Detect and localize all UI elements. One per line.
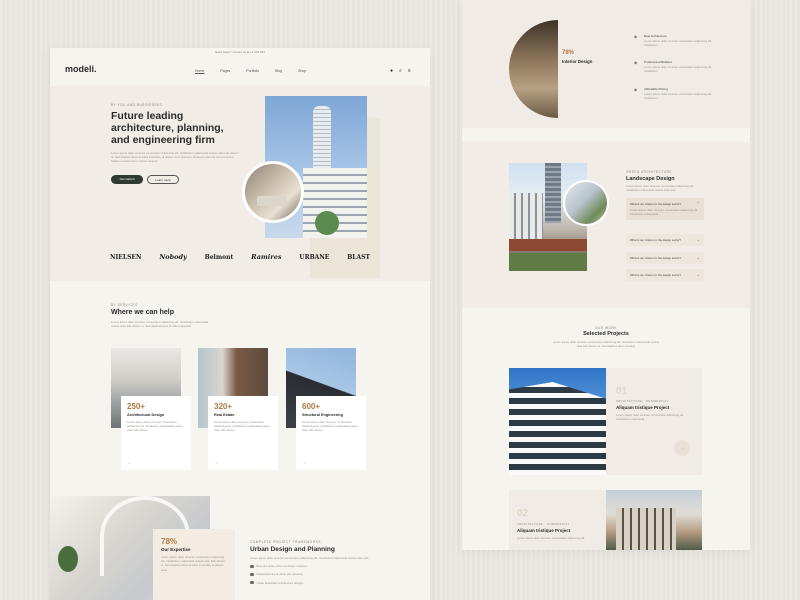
project-card[interactable]: 02 ARCHITECTURE · COMMERCIAL Aliquam tri… xyxy=(509,490,606,550)
expertise-percent: 78% xyxy=(161,537,178,546)
services-overline: BY SERVICES xyxy=(111,303,138,307)
nav-blog[interactable]: Blog xyxy=(275,69,282,73)
arrow-right-icon[interactable]: → xyxy=(302,460,306,465)
nav-links: Home Pages Portfolio Blog Shop xyxy=(195,69,306,73)
interior-percent: 78% xyxy=(562,50,575,56)
landscape-overline: GREEN ARCHITECTURE xyxy=(626,170,673,174)
landscape-title: Landscape Design xyxy=(626,176,675,182)
service-count: 320+ xyxy=(214,402,233,411)
landscape-description: Lorem ipsum dolor sit amet, consectetur … xyxy=(626,184,695,193)
hero-description: Lorem ipsum dolor sit amet, consectetur … xyxy=(111,151,239,164)
chevron-up-icon: ⌃ xyxy=(696,201,700,206)
urban-description: Lorem ipsum dolor sit amet, consectetur … xyxy=(250,556,370,560)
urban-feature-list: Bespoke state-of-the-art design solution… xyxy=(250,564,400,585)
project-tag: ARCHITECTURE · RESIDENTIAL xyxy=(616,400,669,403)
chevron-down-icon: ⌄ xyxy=(696,272,700,277)
project-card[interactable]: 01 ARCHITECTURE · RESIDENTIAL Aliquam tr… xyxy=(606,368,702,475)
expertise-title: Our Expertise xyxy=(161,547,191,552)
arrow-right-icon[interactable]: → xyxy=(674,440,690,456)
project-name: Aliquam tristique Project xyxy=(616,405,670,410)
projects-overline: OUR WORK xyxy=(595,326,617,330)
nav-icons: ● ⌕ ≡ xyxy=(390,68,411,74)
landscape-detail-image xyxy=(563,180,609,226)
service-count: 250+ xyxy=(127,402,146,411)
project-name: Aliquam tristique Project xyxy=(517,528,571,533)
interior-title: Interior Design xyxy=(562,59,593,64)
accordion-item[interactable]: What is our mission in the design sector… xyxy=(626,234,704,246)
landscape-heading: GREEN ARCHITECTURE Landscape Design Lore… xyxy=(626,170,706,192)
service-count: 600+ xyxy=(302,402,321,411)
services-title: Where we can help xyxy=(111,309,175,316)
projects-title: Selected Projects xyxy=(583,331,629,337)
project-number: 01 xyxy=(616,386,628,397)
project-image[interactable] xyxy=(509,368,606,475)
project-image[interactable] xyxy=(606,490,702,550)
nav-pages[interactable]: Pages xyxy=(220,69,230,73)
services-heading: BY SERVICES Where we can help xyxy=(111,303,174,316)
projects-description: Lorem ipsum dolor sit amet, consectetur … xyxy=(552,340,660,349)
arrow-right-icon[interactable]: → xyxy=(127,460,131,465)
list-item: Masterplanning & urban site planning xyxy=(250,572,400,576)
urban-overline: COMPLETE PROJECT FRAMEWORKS xyxy=(250,540,321,544)
project-desc: Lorem ipsum dolor sit amet, consectetur … xyxy=(616,413,685,422)
services-description: Lorem ipsum dolor sit amet, consectetur … xyxy=(111,320,209,329)
urban-title: Urban Design and Planning xyxy=(250,546,335,553)
nav-home[interactable]: Home xyxy=(195,69,204,73)
hero-text: BY YOU AND BUSINESSES Future leading arc… xyxy=(111,103,241,164)
brand-belmont: Belmont xyxy=(204,253,234,261)
project-tag: ARCHITECTURE · COMMERCIAL xyxy=(517,523,570,526)
brand-blast: BLAST xyxy=(347,253,370,261)
expertise-card: 78% Our Expertise Lorem ipsum dolor sit … xyxy=(153,529,235,600)
inner-page-mockup: 78% Interior Design ◆ Best Architecture … xyxy=(462,0,750,550)
projects-heading: OUR WORK Selected Projects Lorem ipsum d… xyxy=(462,326,750,348)
nav-portfolio[interactable]: Portfolio xyxy=(246,69,259,73)
service-name: Structural Engineering xyxy=(302,413,343,417)
menu-icon[interactable]: ≡ xyxy=(408,68,411,74)
hero-interior-image xyxy=(242,161,304,223)
top-announcement-bar: Need Help? Contact us at +1 234 567 xyxy=(214,50,266,54)
nav-shop[interactable]: Shop xyxy=(298,69,306,73)
brand-nielsen: NIELSEN xyxy=(110,253,142,261)
get-started-button[interactable]: Get started xyxy=(111,175,143,184)
chevron-down-icon: ⌄ xyxy=(696,237,700,242)
hero-overline: BY YOU AND BUSINESSES xyxy=(111,103,163,107)
navbar: modeli. Home Pages Portfolio Blog Shop ●… xyxy=(50,56,430,86)
brand-urbane: URBANE xyxy=(299,253,330,261)
arrow-right-icon[interactable]: → xyxy=(214,460,218,465)
accordion-item[interactable]: What is our mission in the design sector… xyxy=(626,269,704,281)
logo[interactable]: modeli. xyxy=(65,64,97,74)
chevron-down-icon: ⌄ xyxy=(696,255,700,260)
bullet-icon xyxy=(250,580,254,585)
brand-nobody: Nobody xyxy=(159,253,187,261)
search-icon[interactable]: ⌕ xyxy=(399,68,402,74)
accordion-item[interactable]: What is our mission in the design sector… xyxy=(626,252,704,264)
pricing-icon: ◆ xyxy=(634,87,638,92)
homepage-mockup: Need Help? Contact us at +1 234 567 mode… xyxy=(50,48,430,600)
bullet-icon xyxy=(250,564,254,569)
service-text: Lorem ipsum dolor sit amet, consectetur … xyxy=(302,420,358,433)
accordion-item[interactable]: What is our mission in the design sector… xyxy=(626,198,704,220)
service-name: Real Estate xyxy=(214,413,235,417)
brand-logos: NIELSEN Nobody Belmont Ramires URBANE BL… xyxy=(110,253,370,261)
bullet-icon xyxy=(250,572,254,577)
learn-more-button[interactable]: Learn more xyxy=(147,175,179,184)
user-icon[interactable]: ● xyxy=(390,68,393,74)
urban-design-section: COMPLETE PROJECT FRAMEWORKS Urban Design… xyxy=(250,540,400,589)
service-name: Architectural Design xyxy=(127,413,165,417)
service-text: Lorem ipsum dolor sit amet, consectetur … xyxy=(127,420,183,433)
landscape-section xyxy=(462,142,750,308)
expertise-text: Lorem ipsum dolor sit amet, consectetur … xyxy=(161,555,225,572)
brand-ramires: Ramires xyxy=(251,253,282,261)
list-item: Bespoke state-of-the-art design solution… xyxy=(250,564,400,568)
project-number: 02 xyxy=(517,508,529,519)
project-desc: Lorem ipsum dolor sit amet, consectetur … xyxy=(517,536,586,540)
service-text: Lorem ipsum dolor sit amet, consectetur … xyxy=(214,420,270,433)
builder-icon: ◆ xyxy=(634,60,638,65)
list-item: Urban landscape architecture designs xyxy=(250,581,400,585)
hero-title: Future leading architecture, planning, a… xyxy=(111,110,224,146)
architecture-icon: ◆ xyxy=(634,34,638,39)
